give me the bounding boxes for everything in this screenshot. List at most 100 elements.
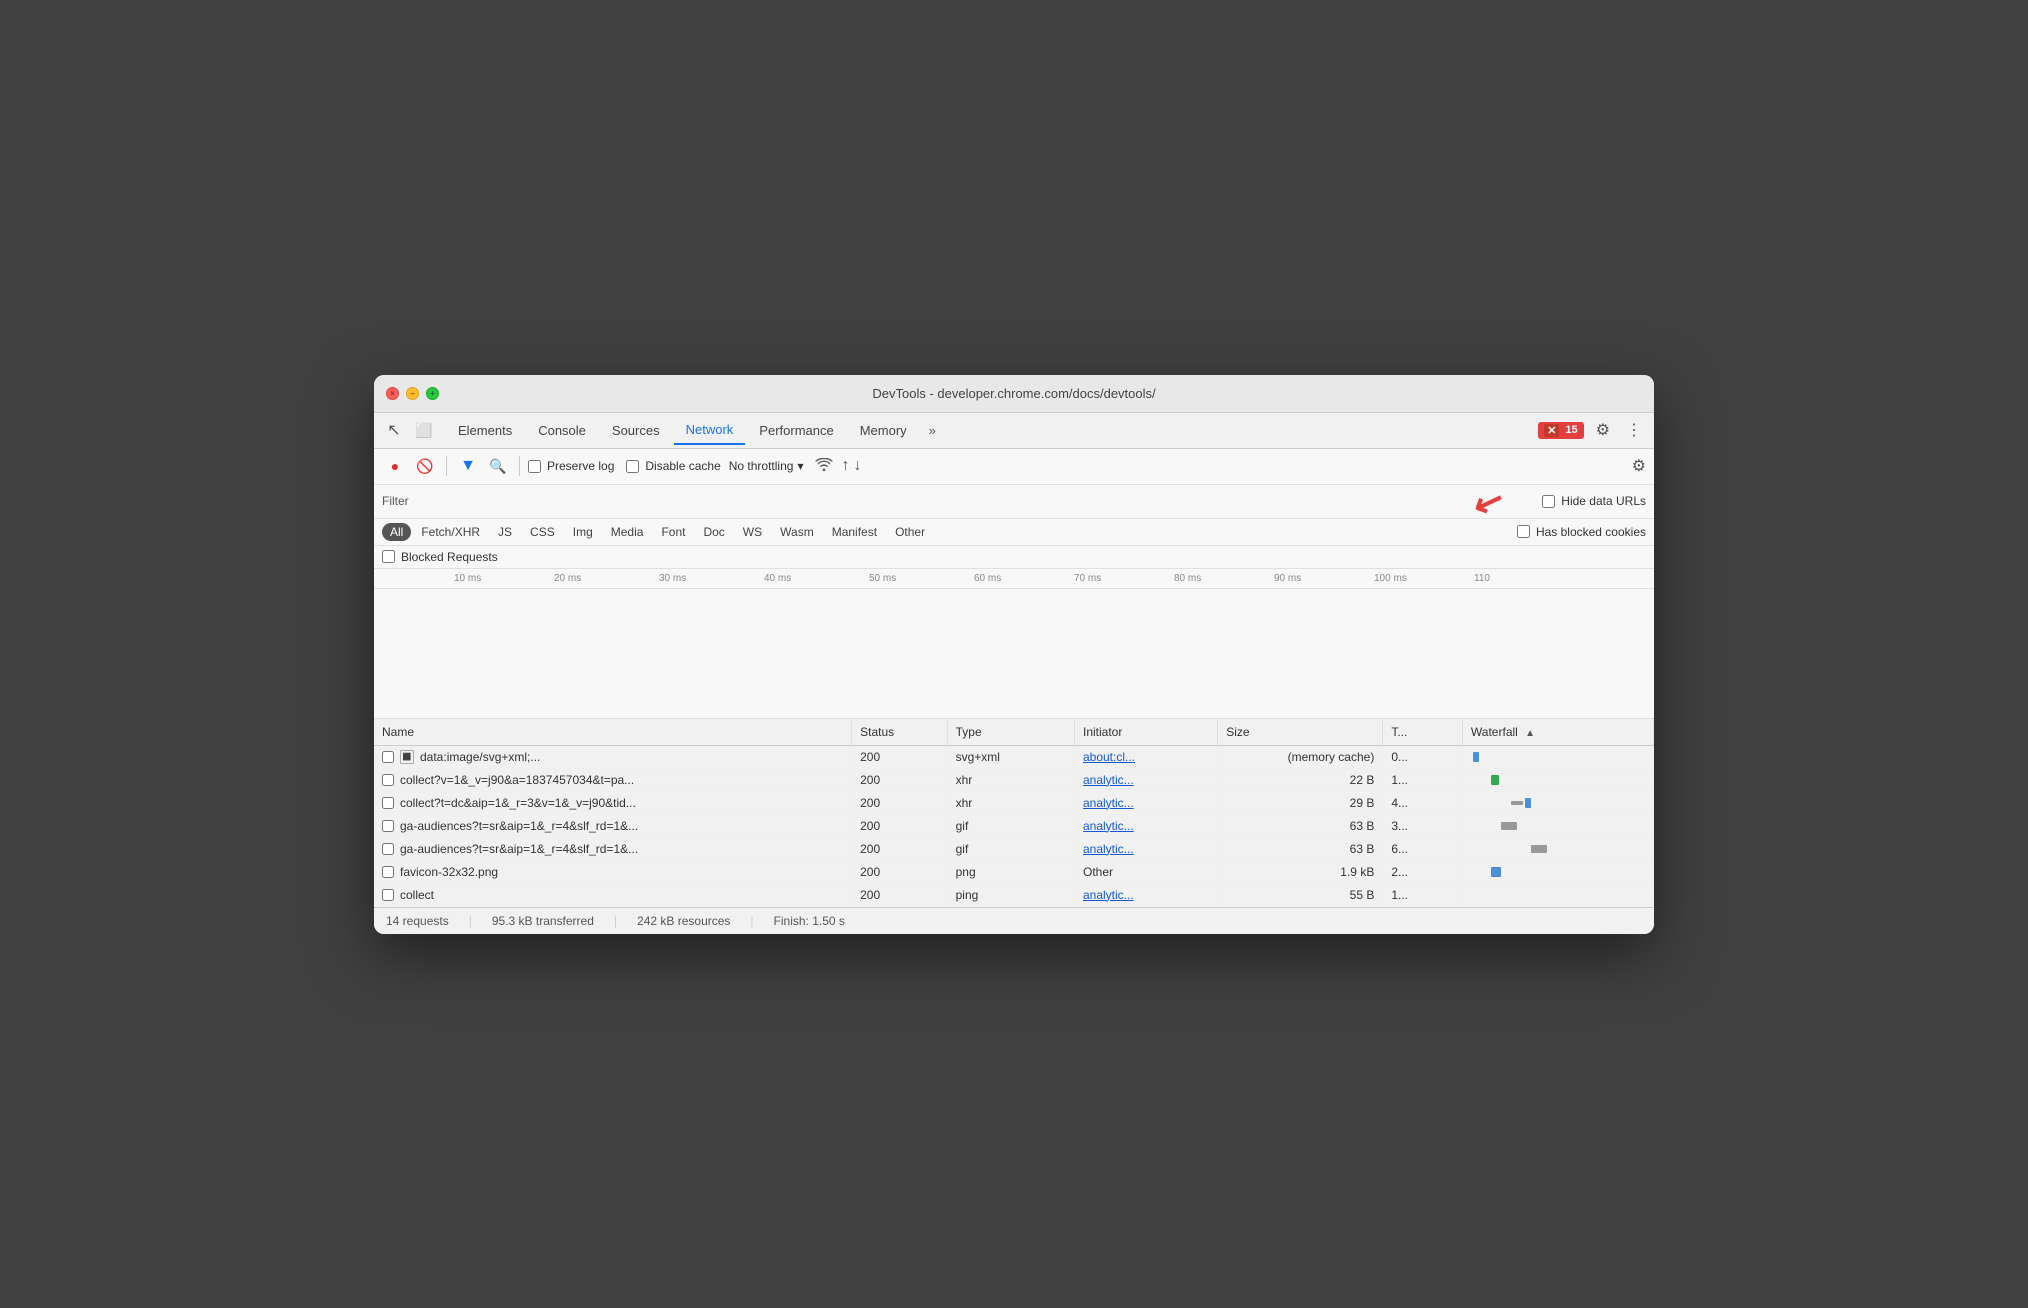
row-checkbox-0[interactable] <box>382 751 394 763</box>
table-row[interactable]: favicon-32x32.png 200 png Other 1.9 kB 2… <box>374 860 1654 883</box>
col-type[interactable]: Type <box>947 719 1074 746</box>
waterfall-bar-2 <box>1471 797 1645 809</box>
dock-icon[interactable]: ⬜ <box>412 418 436 442</box>
toolbar-settings-icon[interactable]: ⚙ <box>1632 456 1646 476</box>
tab-more[interactable]: » <box>921 417 944 444</box>
upload-icon[interactable]: ↑ <box>841 457 849 475</box>
wifi-icon[interactable] <box>815 458 833 475</box>
timeline-area: 10 ms 20 ms 30 ms 40 ms 50 ms 60 ms 70 m… <box>374 569 1654 719</box>
network-table-container[interactable]: Name Status Type Initiator Size <box>374 719 1654 907</box>
wf-segment-1 <box>1491 775 1499 785</box>
table-row[interactable]: collect?v=1&_v=j90&a=1837457034&t=pa... … <box>374 768 1654 791</box>
filter-doc[interactable]: Doc <box>695 523 732 541</box>
has-blocked-cookies-label[interactable]: Has blocked cookies <box>1517 525 1646 539</box>
minimize-button[interactable]: − <box>406 387 419 400</box>
tab-elements[interactable]: Elements <box>446 417 524 444</box>
devtools-settings-icon[interactable]: ⚙ <box>1592 416 1614 444</box>
col-name[interactable]: Name <box>374 719 852 746</box>
tab-memory[interactable]: Memory <box>848 417 919 444</box>
waterfall-bar-5 <box>1471 866 1645 878</box>
col-size[interactable]: Size <box>1218 719 1383 746</box>
hide-data-urls-label[interactable]: Hide data URLs <box>1542 494 1646 508</box>
table-row[interactable]: ga-audiences?t=sr&aip=1&_r=4&slf_rd=1&..… <box>374 814 1654 837</box>
row-checkbox-4[interactable] <box>382 843 394 855</box>
blocked-requests-checkbox[interactable] <box>382 550 395 563</box>
hide-data-urls-checkbox[interactable] <box>1542 495 1555 508</box>
filter-fetch-xhr[interactable]: Fetch/XHR <box>413 523 488 541</box>
cell-size-2: 29 B <box>1218 791 1383 814</box>
preserve-log-label[interactable]: Preserve log <box>528 459 614 473</box>
wf-segment-2b <box>1525 798 1531 808</box>
devtools-more-icon[interactable]: ⋮ <box>1622 416 1646 444</box>
error-x-icon: ✕ <box>1544 424 1559 437</box>
col-time[interactable]: T... <box>1383 719 1463 746</box>
row-checkbox-1[interactable] <box>382 774 394 786</box>
cell-type-2: xhr <box>947 791 1074 814</box>
search-button[interactable]: 🔍 <box>485 453 511 479</box>
cell-type-5: png <box>947 860 1074 883</box>
tab-network[interactable]: Network <box>674 416 746 445</box>
col-status[interactable]: Status <box>852 719 948 746</box>
cell-status-6: 200 <box>852 883 948 906</box>
cell-initiator-2: analytic... <box>1074 791 1217 814</box>
waterfall-bar-6 <box>1471 889 1645 901</box>
filter-img[interactable]: Img <box>565 523 601 541</box>
filter-wasm[interactable]: Wasm <box>772 523 822 541</box>
cell-waterfall-3 <box>1462 814 1653 837</box>
row-checkbox-3[interactable] <box>382 820 394 832</box>
cell-status-1: 200 <box>852 768 948 791</box>
tick-40ms: 40 ms <box>764 573 791 584</box>
tick-50ms: 50 ms <box>869 573 896 584</box>
cell-time-4: 6... <box>1383 837 1463 860</box>
row-checkbox-2[interactable] <box>382 797 394 809</box>
cell-waterfall-0 <box>1462 745 1653 768</box>
transferred-size: 95.3 kB transferred <box>492 914 594 928</box>
record-button[interactable]: ● <box>382 453 408 479</box>
tick-10ms: 10 ms <box>454 573 481 584</box>
filter-label: Filter <box>382 494 409 508</box>
throttle-select[interactable]: No throttling ▾ <box>729 459 804 473</box>
table-row[interactable]: ga-audiences?t=sr&aip=1&_r=4&slf_rd=1&..… <box>374 837 1654 860</box>
cell-name-2: collect?t=dc&aip=1&_r=3&v=1&_v=j90&tid..… <box>374 791 852 814</box>
row-checkbox-5[interactable] <box>382 866 394 878</box>
table-row[interactable]: collect 200 ping analytic... 55 B 1... <box>374 883 1654 906</box>
cell-time-6: 1... <box>1383 883 1463 906</box>
tab-performance[interactable]: Performance <box>747 417 845 444</box>
tab-console[interactable]: Console <box>526 417 598 444</box>
cell-initiator-4: analytic... <box>1074 837 1217 860</box>
download-icon[interactable]: ↓ <box>853 457 861 475</box>
row-checkbox-6[interactable] <box>382 889 394 901</box>
filter-ws[interactable]: WS <box>735 523 770 541</box>
filter-js[interactable]: JS <box>490 523 520 541</box>
cell-name-0: ⬛ data:image/svg+xml;... <box>374 745 852 768</box>
tab-sources[interactable]: Sources <box>600 417 672 444</box>
filter-button[interactable]: ▼ <box>455 453 481 479</box>
cell-initiator-5: Other <box>1074 860 1217 883</box>
maximize-button[interactable]: + <box>426 387 439 400</box>
col-initiator[interactable]: Initiator <box>1074 719 1217 746</box>
cell-size-5: 1.9 kB <box>1218 860 1383 883</box>
cell-initiator-0: about:cl... <box>1074 745 1217 768</box>
disable-cache-checkbox[interactable] <box>626 460 639 473</box>
preserve-log-checkbox[interactable] <box>528 460 541 473</box>
cell-status-3: 200 <box>852 814 948 837</box>
filter-all[interactable]: All <box>382 523 411 541</box>
tick-100ms: 100 ms <box>1374 573 1407 584</box>
cell-type-4: gif <box>947 837 1074 860</box>
filter-media[interactable]: Media <box>603 523 652 541</box>
close-button[interactable]: × <box>386 387 399 400</box>
filter-css[interactable]: CSS <box>522 523 563 541</box>
filter-other[interactable]: Other <box>887 523 933 541</box>
clear-button[interactable]: 🚫 <box>412 453 438 479</box>
wf-segment-4 <box>1531 845 1547 853</box>
col-waterfall[interactable]: Waterfall ▲ <box>1462 719 1653 746</box>
filter-manifest[interactable]: Manifest <box>824 523 885 541</box>
has-blocked-cookies-checkbox[interactable] <box>1517 525 1530 538</box>
timeline-ticks: 10 ms 20 ms 30 ms 40 ms 50 ms 60 ms 70 m… <box>374 569 1654 589</box>
table-row[interactable]: ⬛ data:image/svg+xml;... 200 svg+xml abo… <box>374 745 1654 768</box>
disable-cache-label[interactable]: Disable cache <box>626 459 720 473</box>
table-row[interactable]: collect?t=dc&aip=1&_r=3&v=1&_v=j90&tid..… <box>374 791 1654 814</box>
toolbar-divider-2 <box>519 456 520 476</box>
filter-font[interactable]: Font <box>653 523 693 541</box>
waterfall-bar-1 <box>1471 774 1645 786</box>
